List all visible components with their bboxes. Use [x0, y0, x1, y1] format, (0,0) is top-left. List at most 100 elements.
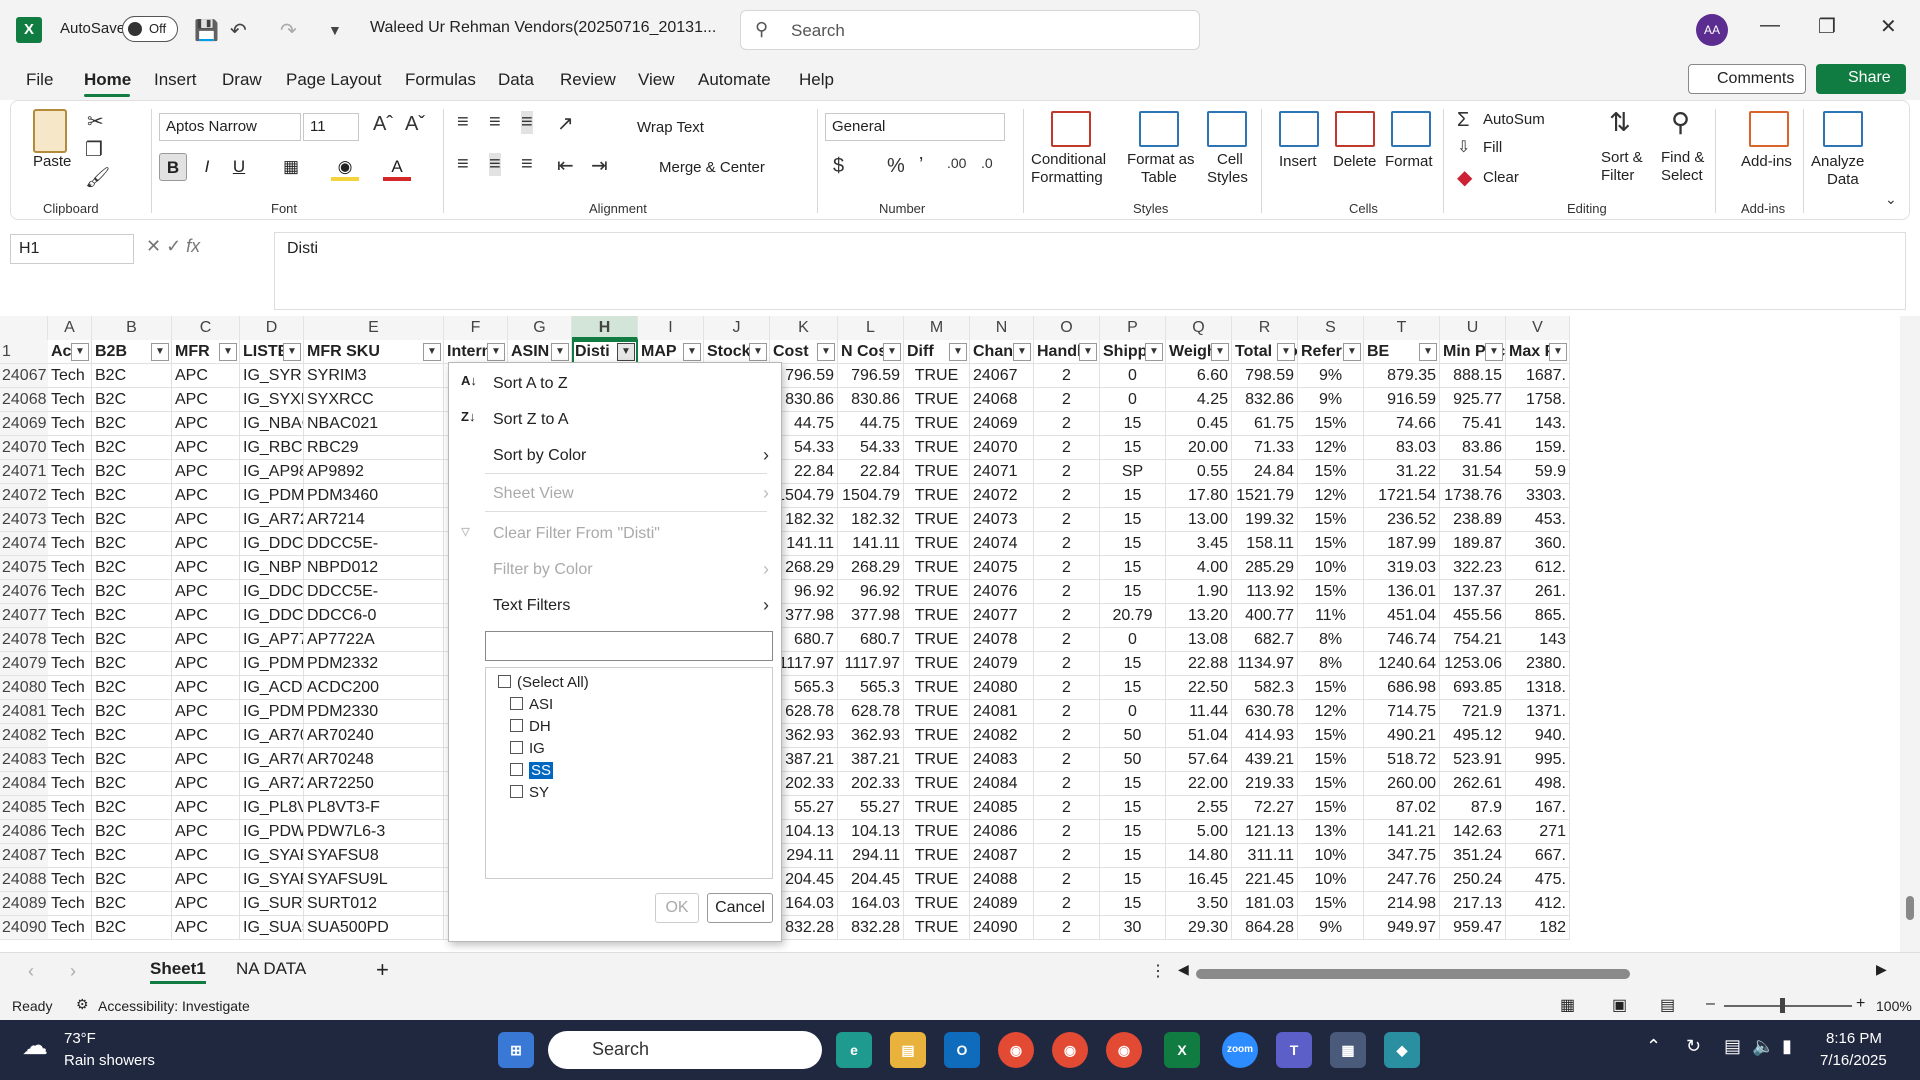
- table-cell[interactable]: 360.: [1506, 532, 1570, 556]
- table-cell[interactable]: 2: [1034, 436, 1100, 460]
- format-painter-icon[interactable]: 🖌: [85, 165, 110, 190]
- ok-button[interactable]: OK: [655, 893, 699, 923]
- table-cell[interactable]: 2: [1034, 820, 1100, 844]
- table-cell[interactable]: 13.08: [1166, 628, 1232, 652]
- table-cell[interactable]: 2: [1034, 604, 1100, 628]
- table-cell[interactable]: 940.: [1506, 724, 1570, 748]
- table-cell[interactable]: 181.03: [1232, 892, 1298, 916]
- row-number[interactable]: 24087: [0, 844, 48, 868]
- checkbox[interactable]: [510, 697, 523, 710]
- table-cell[interactable]: IG_NBPD0: [240, 556, 304, 580]
- table-cell[interactable]: 31.22: [1364, 460, 1440, 484]
- row-number[interactable]: 24090: [0, 916, 48, 940]
- add-ins-label[interactable]: Add-ins: [1741, 153, 1792, 170]
- table-cell[interactable]: 16.45: [1166, 868, 1232, 892]
- table-cell[interactable]: 236.52: [1364, 508, 1440, 532]
- table-cell[interactable]: SYAFSU9L: [304, 868, 444, 892]
- table-cell[interactable]: AR70248: [304, 748, 444, 772]
- table-cell[interactable]: 182.32: [838, 508, 904, 532]
- minimize-icon[interactable]: —: [1760, 14, 1780, 37]
- column-header[interactable]: G: [508, 316, 572, 340]
- table-cell[interactable]: Tech: [48, 460, 92, 484]
- table-cell[interactable]: 387.21: [838, 748, 904, 772]
- header-cell[interactable]: Change ▼: [970, 340, 1034, 364]
- delete-cells-label[interactable]: Delete: [1333, 153, 1376, 170]
- table-cell[interactable]: 439.21: [1232, 748, 1298, 772]
- table-cell[interactable]: TRUE: [904, 556, 970, 580]
- table-cell[interactable]: APC: [172, 820, 240, 844]
- column-header[interactable]: L: [838, 316, 904, 340]
- table-cell[interactable]: B2C: [92, 436, 172, 460]
- table-cell[interactable]: 400.77: [1232, 604, 1298, 628]
- column-header[interactable]: H: [572, 316, 638, 340]
- table-cell[interactable]: 44.75: [838, 412, 904, 436]
- header-cell[interactable]: Shippin ▼: [1100, 340, 1166, 364]
- table-cell[interactable]: 12%: [1298, 484, 1364, 508]
- table-cell[interactable]: 158.11: [1232, 532, 1298, 556]
- table-cell[interactable]: 9%: [1298, 916, 1364, 940]
- table-cell[interactable]: 247.76: [1364, 868, 1440, 892]
- table-cell[interactable]: 746.74: [1364, 628, 1440, 652]
- filter-option[interactable]: (Select All): [498, 674, 589, 691]
- header-cell[interactable]: MFR SKU ▼: [304, 340, 444, 364]
- table-cell[interactable]: 612.: [1506, 556, 1570, 580]
- table-cell[interactable]: 630.78: [1232, 700, 1298, 724]
- table-cell[interactable]: 104.13: [838, 820, 904, 844]
- table-cell[interactable]: 959.47: [1440, 916, 1506, 940]
- table-cell[interactable]: 5.00: [1166, 820, 1232, 844]
- checkbox[interactable]: [510, 785, 523, 798]
- table-cell[interactable]: 347.75: [1364, 844, 1440, 868]
- table-label[interactable]: Table: [1141, 169, 1177, 186]
- table-cell[interactable]: 322.23: [1440, 556, 1506, 580]
- table-cell[interactable]: 1240.64: [1364, 652, 1440, 676]
- decrease-decimal-icon[interactable]: .0: [981, 155, 993, 171]
- table-cell[interactable]: 15%: [1298, 676, 1364, 700]
- column-header[interactable]: R: [1232, 316, 1298, 340]
- table-cell[interactable]: 54.33: [838, 436, 904, 460]
- row-number[interactable]: 24076: [0, 580, 48, 604]
- table-cell[interactable]: TRUE: [904, 868, 970, 892]
- table-cell[interactable]: 1.90: [1166, 580, 1232, 604]
- table-cell[interactable]: 9%: [1298, 388, 1364, 412]
- horizontal-scrollbar[interactable]: [1196, 969, 1630, 979]
- find-label[interactable]: Find &: [1661, 149, 1704, 166]
- table-cell[interactable]: 11.44: [1166, 700, 1232, 724]
- zoom-in-icon[interactable]: +: [1856, 995, 1865, 1013]
- header-cell[interactable]: Min Pric ▼: [1440, 340, 1506, 364]
- table-cell[interactable]: IG_PDM34: [240, 484, 304, 508]
- table-cell[interactable]: APC: [172, 460, 240, 484]
- table-cell[interactable]: 1738.76: [1440, 484, 1506, 508]
- table-cell[interactable]: TRUE: [904, 364, 970, 388]
- header-cell[interactable]: LISTED ▼: [240, 340, 304, 364]
- table-cell[interactable]: 214.98: [1364, 892, 1440, 916]
- table-cell[interactable]: 2: [1034, 796, 1100, 820]
- table-cell[interactable]: 15: [1100, 484, 1166, 508]
- table-cell[interactable]: TRUE: [904, 724, 970, 748]
- filter-dropdown-icon[interactable]: ▼: [883, 343, 901, 361]
- table-cell[interactable]: APC: [172, 388, 240, 412]
- filter-option[interactable]: DH: [510, 718, 551, 735]
- table-cell[interactable]: 22.84: [838, 460, 904, 484]
- column-header[interactable]: S: [1298, 316, 1364, 340]
- table-cell[interactable]: 285.29: [1232, 556, 1298, 580]
- table-cell[interactable]: 15%: [1298, 748, 1364, 772]
- document-title[interactable]: Waleed Ur Rehman Vendors(20250716_20131.…: [370, 19, 716, 37]
- table-cell[interactable]: 832.86: [1232, 388, 1298, 412]
- filter-dropdown-icon[interactable]: ▼: [683, 343, 701, 361]
- table-cell[interactable]: 796.59: [838, 364, 904, 388]
- row-number[interactable]: 24073: [0, 508, 48, 532]
- table-cell[interactable]: 319.03: [1364, 556, 1440, 580]
- header-cell[interactable]: Max Pr ▼: [1506, 340, 1570, 364]
- table-cell[interactable]: IG_SURT01: [240, 892, 304, 916]
- table-cell[interactable]: NBPD012: [304, 556, 444, 580]
- filter-dropdown-icon[interactable]: ▼: [617, 343, 635, 361]
- table-cell[interactable]: 87.02: [1364, 796, 1440, 820]
- filter-dropdown-icon[interactable]: ▼: [1145, 343, 1163, 361]
- table-cell[interactable]: SYAFSU8: [304, 844, 444, 868]
- table-cell[interactable]: APC: [172, 796, 240, 820]
- column-header[interactable]: E: [304, 316, 444, 340]
- table-cell[interactable]: 15: [1100, 412, 1166, 436]
- table-cell[interactable]: TRUE: [904, 748, 970, 772]
- formula-input[interactable]: Disti: [274, 232, 1906, 310]
- decrease-font-icon[interactable]: Aˇ: [405, 113, 425, 136]
